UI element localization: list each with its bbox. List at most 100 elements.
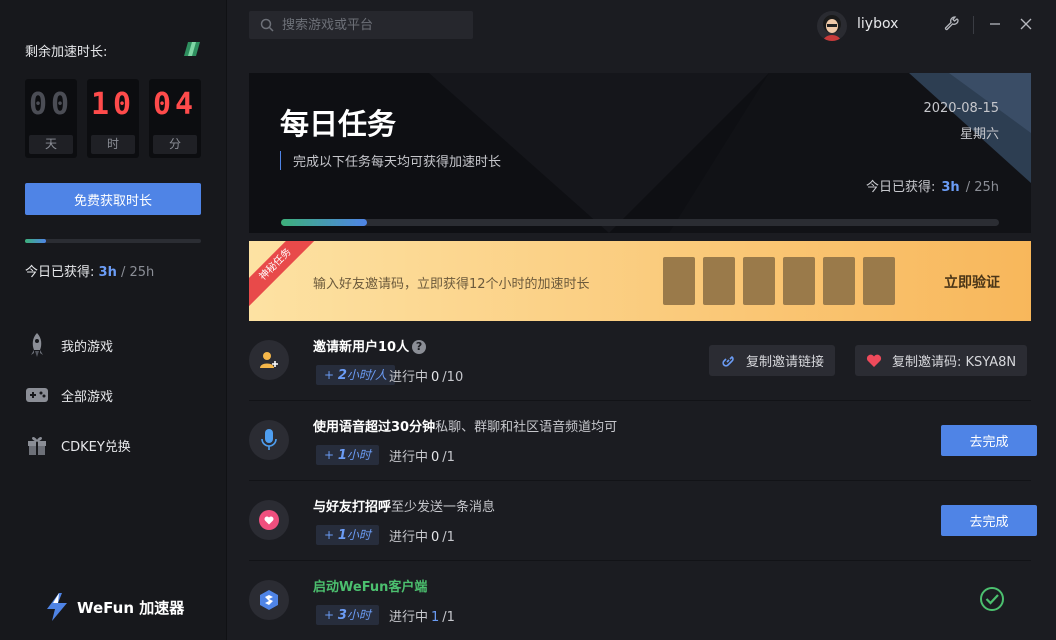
microphone-icon xyxy=(249,420,289,460)
task-status: 进行中 0/1 xyxy=(389,446,455,465)
toolbar-divider xyxy=(973,16,974,34)
timer-minutes: 04 分 xyxy=(149,79,201,158)
mystery-task-ribbon: 神秘任务 xyxy=(249,241,322,311)
timer-minutes-digits: 04 xyxy=(152,87,198,122)
settings-wrench-icon[interactable] xyxy=(942,14,962,34)
invite-code-box[interactable] xyxy=(823,257,855,305)
banner-date: 2020-08-15 xyxy=(923,101,999,116)
banner-progress-fill xyxy=(281,219,368,226)
task-row: 使用语音超过30分钟私聊、群聊和社区语音频道均可 + 1小时 进行中 0/1 去完… xyxy=(249,401,1037,481)
status-label: 进行中 xyxy=(389,370,429,385)
today-total: / 25h xyxy=(120,265,155,280)
progress-current: 0 xyxy=(431,450,440,465)
nav-all-games[interactable]: 全部游戏 xyxy=(25,381,113,409)
wefun-app-icon xyxy=(249,580,289,620)
flag-icon xyxy=(184,42,200,56)
timer-days-unit: 天 xyxy=(29,135,73,154)
nav-my-games[interactable]: 我的游戏 xyxy=(25,331,113,359)
status-label: 进行中 xyxy=(389,530,429,545)
heart-icon xyxy=(866,353,882,369)
search-icon xyxy=(260,18,274,32)
timer-hours-unit: 时 xyxy=(91,135,135,154)
today-value: 3h xyxy=(98,265,117,280)
check-circle-icon xyxy=(980,587,1004,611)
progress-total: /10 xyxy=(442,370,464,385)
status-label: 进行中 xyxy=(389,450,429,465)
task-title-text: 使用语音超过30分钟 xyxy=(313,420,436,435)
progress-current: 0 xyxy=(431,370,440,385)
invite-code-box[interactable] xyxy=(663,257,695,305)
sidebar-progress-bar xyxy=(25,239,201,243)
today-label: 今日已获得: xyxy=(25,265,95,280)
banner-progress-bar xyxy=(281,219,999,226)
banner-weekday: 星期六 xyxy=(959,127,999,142)
gamepad-icon xyxy=(25,383,49,407)
nav-cdkey[interactable]: CDKEY兑换 xyxy=(25,431,131,459)
task-title-text: 与好友打招呼 xyxy=(313,500,392,515)
reward-value: 3 xyxy=(337,608,347,623)
task-reward: + 1小时 xyxy=(316,525,379,545)
task-title: 使用语音超过30分钟私聊、群聊和社区语音频道均可 xyxy=(313,416,617,435)
reward-unit: 小时 xyxy=(346,528,371,542)
timer-days: 00 天 xyxy=(25,79,77,158)
copy-invite-code-button[interactable]: 复制邀请码: KSYA8N xyxy=(855,345,1028,376)
invite-code-box[interactable] xyxy=(703,257,735,305)
gift-icon xyxy=(25,433,49,457)
progress-total: /1 xyxy=(442,450,455,465)
reward-value: 1 xyxy=(337,448,347,463)
copy-code-label: 复制邀请码: KSYA8N xyxy=(892,355,1017,370)
task-reward: + 3小时 xyxy=(316,605,379,625)
reward-unit: 小时 xyxy=(346,608,371,622)
task-status: 进行中 1/1 xyxy=(389,606,455,625)
daily-task-banner: 每日任务 完成以下任务每天均可获得加速时长 2020-08-15 星期六 今日已… xyxy=(249,73,1031,233)
earned-value: 3h xyxy=(941,180,960,195)
task-description: 私聊、群聊和社区语音频道均可 xyxy=(435,420,618,435)
close-icon[interactable] xyxy=(1016,14,1036,34)
go-complete-button[interactable]: 去完成 xyxy=(941,505,1037,536)
sidebar-progress-fill xyxy=(25,239,47,243)
task-title-text: 邀请新用户10人 xyxy=(313,340,410,355)
invite-code-panel: 神秘任务 输入好友邀请码，立即获得12个小时的加速时长 立即验证 xyxy=(249,241,1031,321)
link-icon xyxy=(720,353,736,369)
sidebar-today-earned: 今日已获得: 3h / 25h xyxy=(25,261,154,280)
invite-code-box[interactable] xyxy=(863,257,895,305)
reward-unit: 小时 xyxy=(346,448,371,462)
earned-total: / 25h xyxy=(965,180,999,195)
task-row: 与好友打招呼至少发送一条消息 + 1小时 进行中 0/1 去完成 xyxy=(249,481,1037,561)
brand-name: WeFun 加速器 xyxy=(77,598,185,617)
timer-days-digits: 00 xyxy=(28,87,74,122)
progress-total: /1 xyxy=(442,530,455,545)
timer-minutes-unit: 分 xyxy=(153,135,197,154)
free-time-button[interactable]: 免费获取时长 xyxy=(25,183,201,215)
username[interactable]: liybox xyxy=(857,16,898,32)
help-icon[interactable]: ? xyxy=(412,340,427,354)
task-reward: + 2小时/人 xyxy=(316,365,395,385)
minimize-icon[interactable] xyxy=(985,14,1005,34)
search-input[interactable] xyxy=(280,16,464,34)
search-box xyxy=(249,11,473,39)
status-label: 进行中 xyxy=(389,610,429,625)
banner-today-earned: 今日已获得: 3h / 25h xyxy=(866,176,999,195)
invite-description: 输入好友邀请码，立即获得12个小时的加速时长 xyxy=(313,277,590,292)
nav-label: CDKEY兑换 xyxy=(61,439,131,455)
avatar[interactable] xyxy=(817,11,847,41)
go-complete-button[interactable]: 去完成 xyxy=(941,425,1037,456)
brand-logo: WeFun 加速器 xyxy=(45,593,184,621)
task-row: 启动WeFun客户端 + 3小时 进行中 1/1 xyxy=(249,561,1031,640)
invite-code-box[interactable] xyxy=(743,257,775,305)
task-title: 启动WeFun客户端 xyxy=(313,576,427,595)
invite-code-box[interactable] xyxy=(783,257,815,305)
banner-subtitle: 完成以下任务每天均可获得加速时长 xyxy=(280,151,501,170)
reward-value: 1 xyxy=(337,528,347,543)
reward-unit: 小时/人 xyxy=(346,368,387,382)
remaining-time-label: 剩余加速时长: xyxy=(25,45,108,60)
sidebar: 剩余加速时长: 00 天 10 时 04 分 免费获取时长 今日已获得: 3h … xyxy=(0,0,227,640)
copy-invite-link-button[interactable]: 复制邀请链接 xyxy=(709,345,836,376)
verify-button[interactable]: 立即验证 xyxy=(944,272,1000,292)
chat-heart-icon xyxy=(249,500,289,540)
lightning-icon xyxy=(47,593,67,621)
task-title-text: 启动WeFun客户端 xyxy=(313,580,428,595)
reward-value: 2 xyxy=(337,368,347,383)
timer-hours: 10 时 xyxy=(87,79,139,158)
rocket-icon xyxy=(25,333,49,357)
